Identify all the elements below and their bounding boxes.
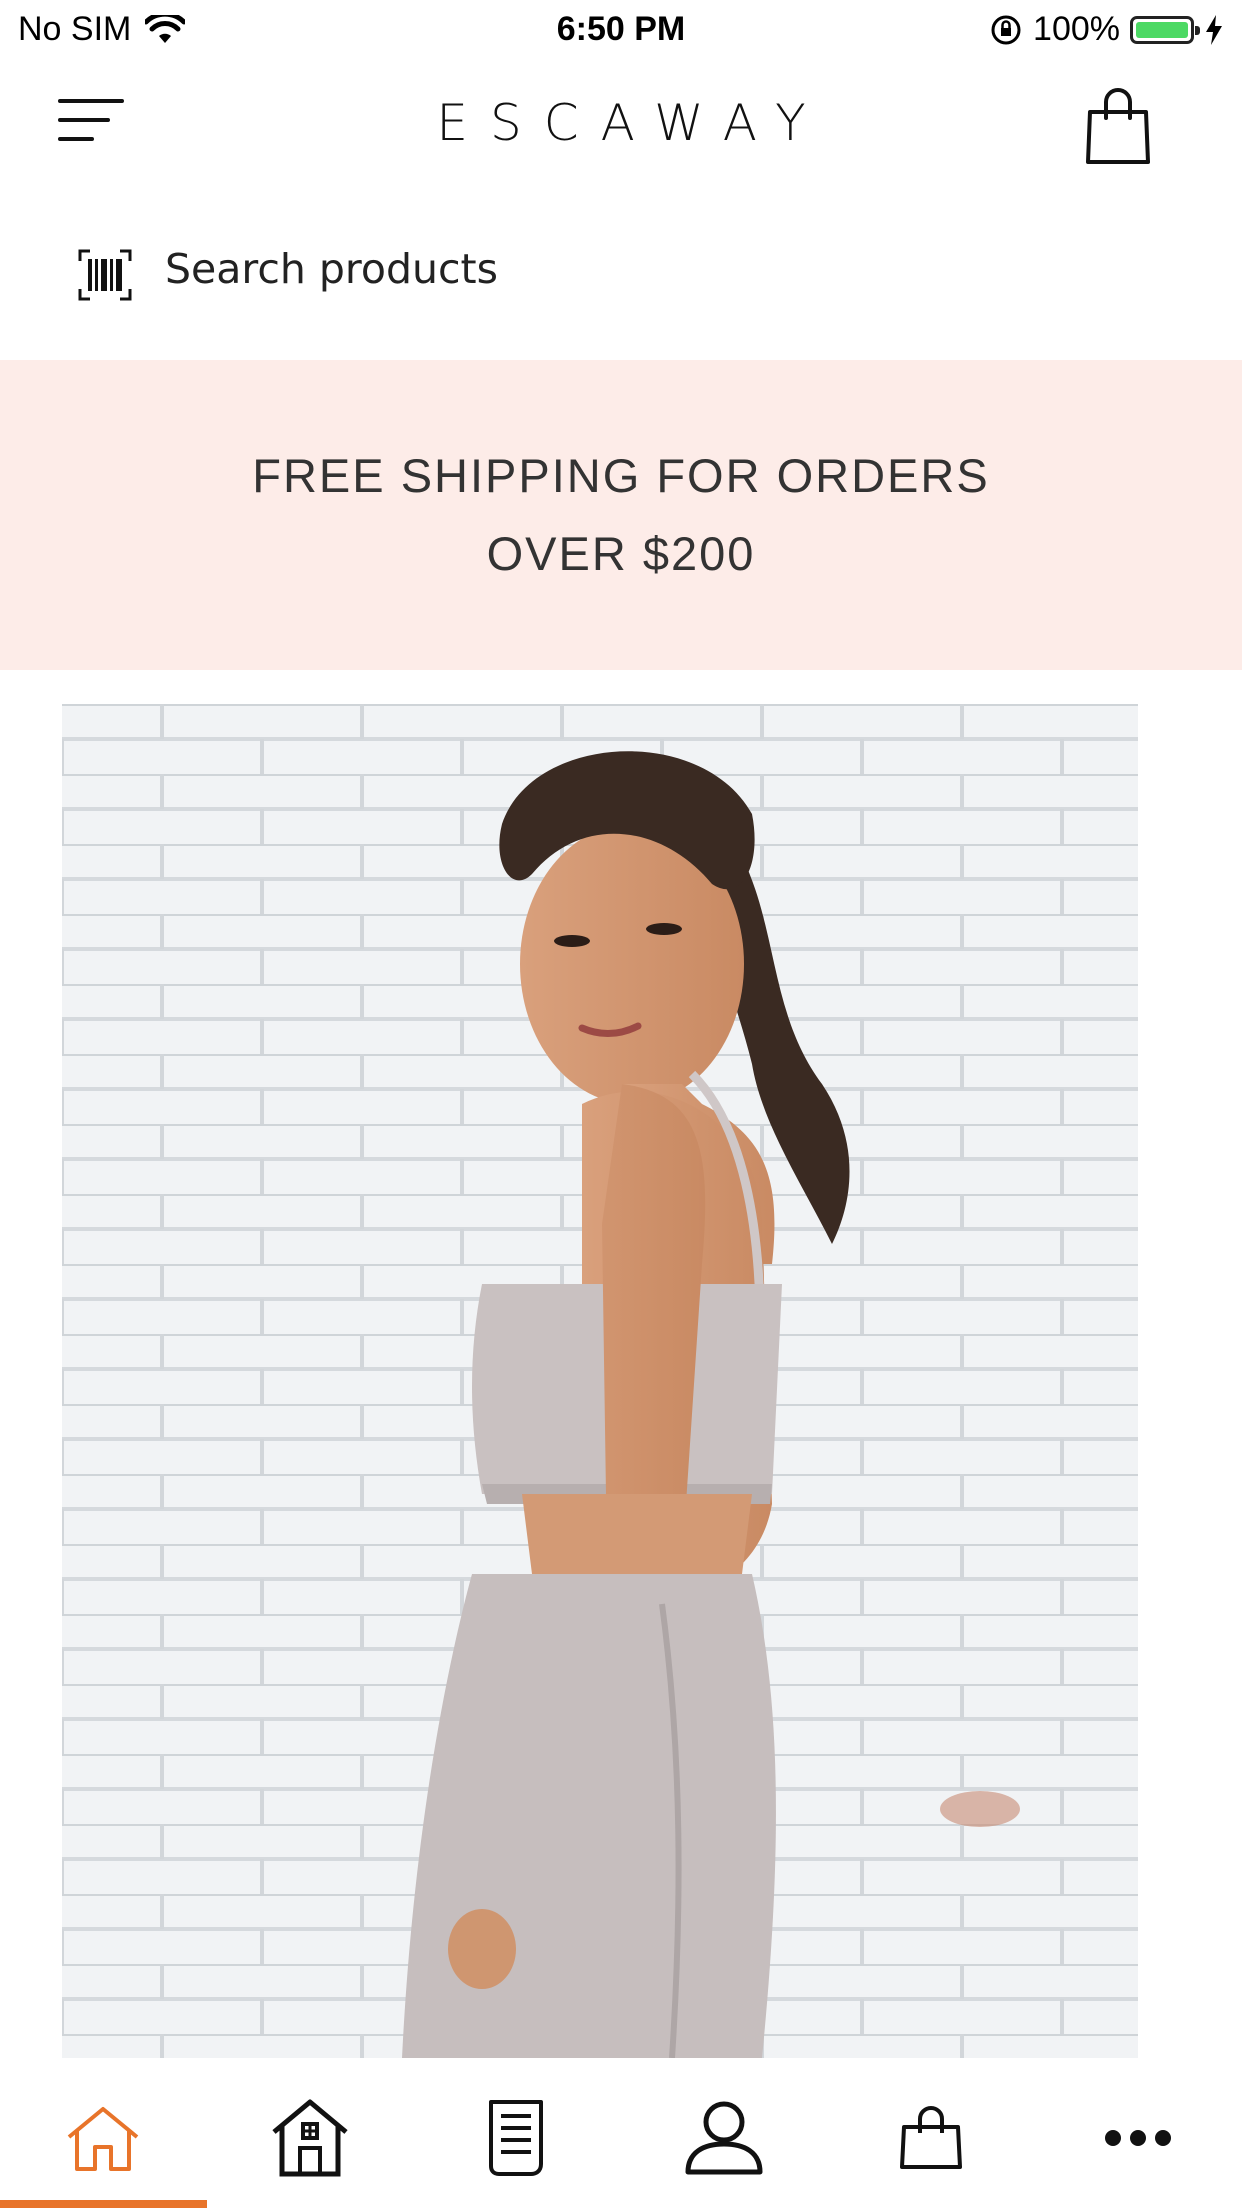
user-icon — [685, 2101, 763, 2175]
tab-cart[interactable] — [886, 2096, 976, 2180]
bottom-tab-bar — [0, 2060, 1242, 2208]
tab-store[interactable] — [265, 2096, 355, 2180]
search-bar[interactable]: Search products — [0, 215, 1242, 335]
tab-home[interactable] — [58, 2096, 148, 2180]
home-icon — [67, 2107, 139, 2171]
model-photo — [62, 704, 1138, 2058]
tab-account[interactable] — [679, 2096, 769, 2180]
store-icon — [272, 2099, 348, 2177]
active-tab-indicator — [0, 2200, 207, 2208]
tab-more[interactable] — [1093, 2096, 1183, 2180]
brand-logo[interactable]: ESCAWAY — [0, 94, 1242, 152]
battery-icon — [1130, 15, 1200, 44]
banner-line-1: FREE SHIPPING FOR ORDERS — [252, 449, 990, 502]
tab-orders[interactable] — [472, 2096, 562, 2180]
document-icon — [489, 2100, 543, 2176]
barcode-scan-icon[interactable] — [78, 249, 132, 301]
search-input[interactable]: Search products — [165, 245, 498, 293]
free-shipping-banner[interactable]: FREE SHIPPING FOR ORDERS OVER $200 — [0, 360, 1242, 670]
status-right: 100% — [989, 10, 1224, 49]
app-header: ESCAWAY — [0, 62, 1242, 192]
shopping-bag-icon — [900, 2106, 962, 2169]
hero-product-image[interactable] — [62, 704, 1138, 2058]
battery-percent: 100% — [1033, 10, 1120, 48]
orientation-lock-icon — [991, 15, 1021, 44]
charging-bolt-icon — [1206, 14, 1222, 45]
more-icon — [1105, 2130, 1171, 2146]
status-bar: No SIM 6:50 PM 100% — [0, 0, 1242, 62]
battery-fill — [1136, 21, 1188, 38]
banner-line-2: OVER $200 — [486, 527, 756, 580]
shopping-bag-icon[interactable] — [1082, 88, 1154, 166]
